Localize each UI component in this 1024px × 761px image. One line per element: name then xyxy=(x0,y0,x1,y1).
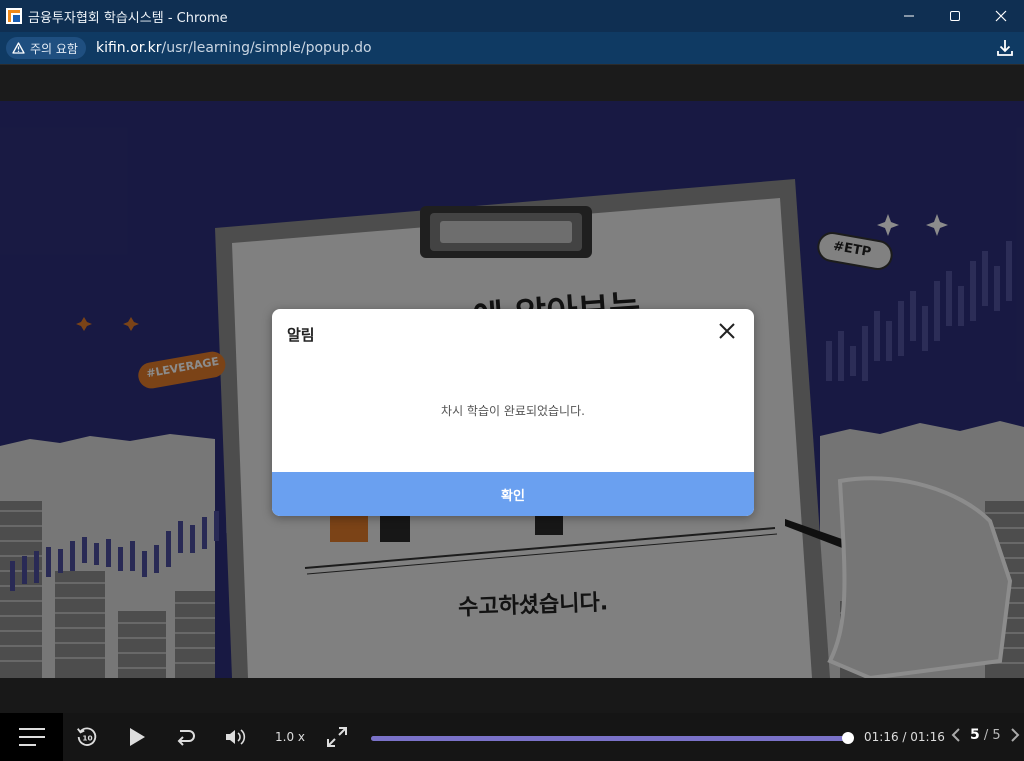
close-icon xyxy=(995,10,1007,22)
fullscreen-button[interactable] xyxy=(325,725,349,749)
dialog-title: 알림 xyxy=(287,326,315,344)
window-title: 금융투자협회 학습시스템 - Chrome xyxy=(28,10,228,26)
security-warning-label: 주의 요함 xyxy=(30,41,78,56)
rewind-10-button[interactable]: 10 xyxy=(75,725,99,749)
playback-speed[interactable]: 1.0 x xyxy=(275,730,305,744)
url-host: kifin.or.kr xyxy=(95,40,162,56)
window-titlebar: 금융투자협회 학습시스템 - Chrome xyxy=(0,0,1024,32)
close-icon[interactable] xyxy=(718,322,736,340)
notice-dialog: 알림 차시 학습이 완료되었습니다. 확인 xyxy=(272,309,754,516)
volume-button[interactable] xyxy=(224,725,248,749)
progress-handle[interactable] xyxy=(842,732,854,744)
menu-button[interactable] xyxy=(0,713,63,761)
dialog-message: 차시 학습이 완료되었습니다. xyxy=(441,404,585,418)
play-button[interactable] xyxy=(125,725,149,749)
download-icon[interactable] xyxy=(996,38,1014,58)
fullscreen-icon xyxy=(327,727,347,747)
maximize-icon xyxy=(950,11,960,21)
minimize-icon xyxy=(904,15,914,17)
progress-fill xyxy=(371,736,848,741)
rewind-10-icon: 10 xyxy=(77,727,97,746)
total-pages: 5 xyxy=(992,727,1001,743)
progress-bar[interactable] xyxy=(371,732,854,744)
menu-icon xyxy=(18,728,45,746)
repeat-button[interactable] xyxy=(174,725,198,749)
play-icon xyxy=(130,728,145,746)
repeat-icon xyxy=(177,730,195,746)
current-page: 5 xyxy=(970,727,980,743)
volume-icon xyxy=(226,729,246,745)
url-text[interactable]: kifin.or.kr/usr/learning/simple/popup.do xyxy=(96,40,372,56)
app-icon xyxy=(6,8,22,24)
warning-icon xyxy=(12,42,25,54)
ok-button[interactable]: 확인 xyxy=(272,472,754,516)
player-top-bar xyxy=(0,64,1024,102)
player-gap xyxy=(0,678,1024,713)
minimize-button[interactable] xyxy=(886,0,932,32)
prev-page-icon[interactable] xyxy=(950,727,962,743)
page-navigator: 5 / 5 xyxy=(950,727,1021,743)
next-page-icon[interactable] xyxy=(1009,727,1021,743)
player-controls: 10 1.0 x 01:16 / 01:16 5 / 5 xyxy=(0,713,1024,761)
page-separator: / xyxy=(979,727,993,743)
url-path: /usr/learning/simple/popup.do xyxy=(161,40,372,56)
maximize-button[interactable] xyxy=(932,0,978,32)
svg-text:10: 10 xyxy=(82,734,92,743)
address-bar: 주의 요함 kifin.or.kr/usr/learning/simple/po… xyxy=(0,32,1024,64)
security-warning-chip[interactable]: 주의 요함 xyxy=(6,37,86,59)
close-window-button[interactable] xyxy=(978,0,1024,32)
time-display: 01:16 / 01:16 xyxy=(864,730,945,744)
